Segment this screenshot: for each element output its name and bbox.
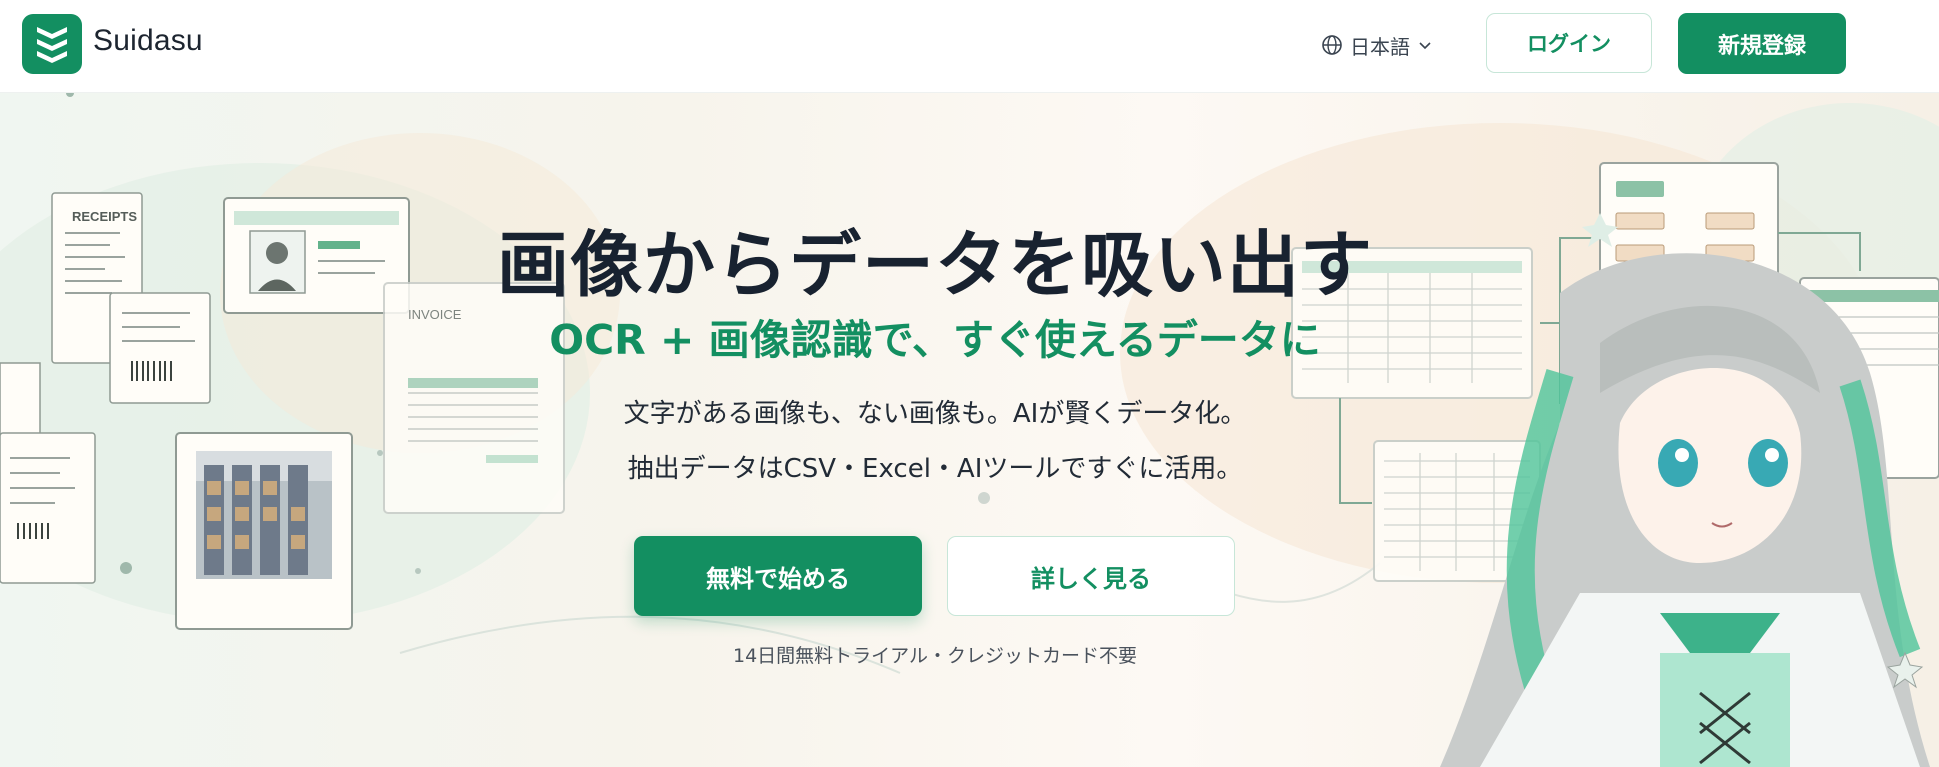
chevron-down-icon <box>1419 42 1431 50</box>
brand-logo-icon[interactable] <box>22 14 82 74</box>
globe-icon <box>1322 35 1342 55</box>
trial-note: 14日間無料トライアル・クレジットカード不要 <box>733 645 1137 667</box>
register-button[interactable]: 新規登録 <box>1678 13 1846 74</box>
start-free-button[interactable]: 無料で始める <box>634 536 922 616</box>
login-button[interactable]: ログイン <box>1486 13 1652 73</box>
hero-description-line-1: 文字がある画像も、ない画像も。AIが賢くデータ化。 <box>623 399 1247 429</box>
top-navbar: Suidasu 日本語 ログイン 新規登録 <box>0 0 1939 93</box>
hero-description-line-2: 抽出データはCSV・Excel・AIツールですぐに活用。 <box>627 454 1243 484</box>
hero-section: RECEIPTS INVOICE 画像からデータを吸い出す OCR + 画像認識… <box>0 93 1939 767</box>
hero-subtitle: OCR + 画像認識で、すぐ使えるデータに <box>549 316 1321 364</box>
language-selector[interactable]: 日本語 <box>1321 30 1432 60</box>
brand-name[interactable]: Suidasu <box>93 24 203 58</box>
language-label: 日本語 <box>1350 34 1410 59</box>
learn-more-button[interactable]: 詳しく見る <box>947 536 1235 616</box>
hero-title: 画像からデータを吸い出す <box>496 223 1373 307</box>
